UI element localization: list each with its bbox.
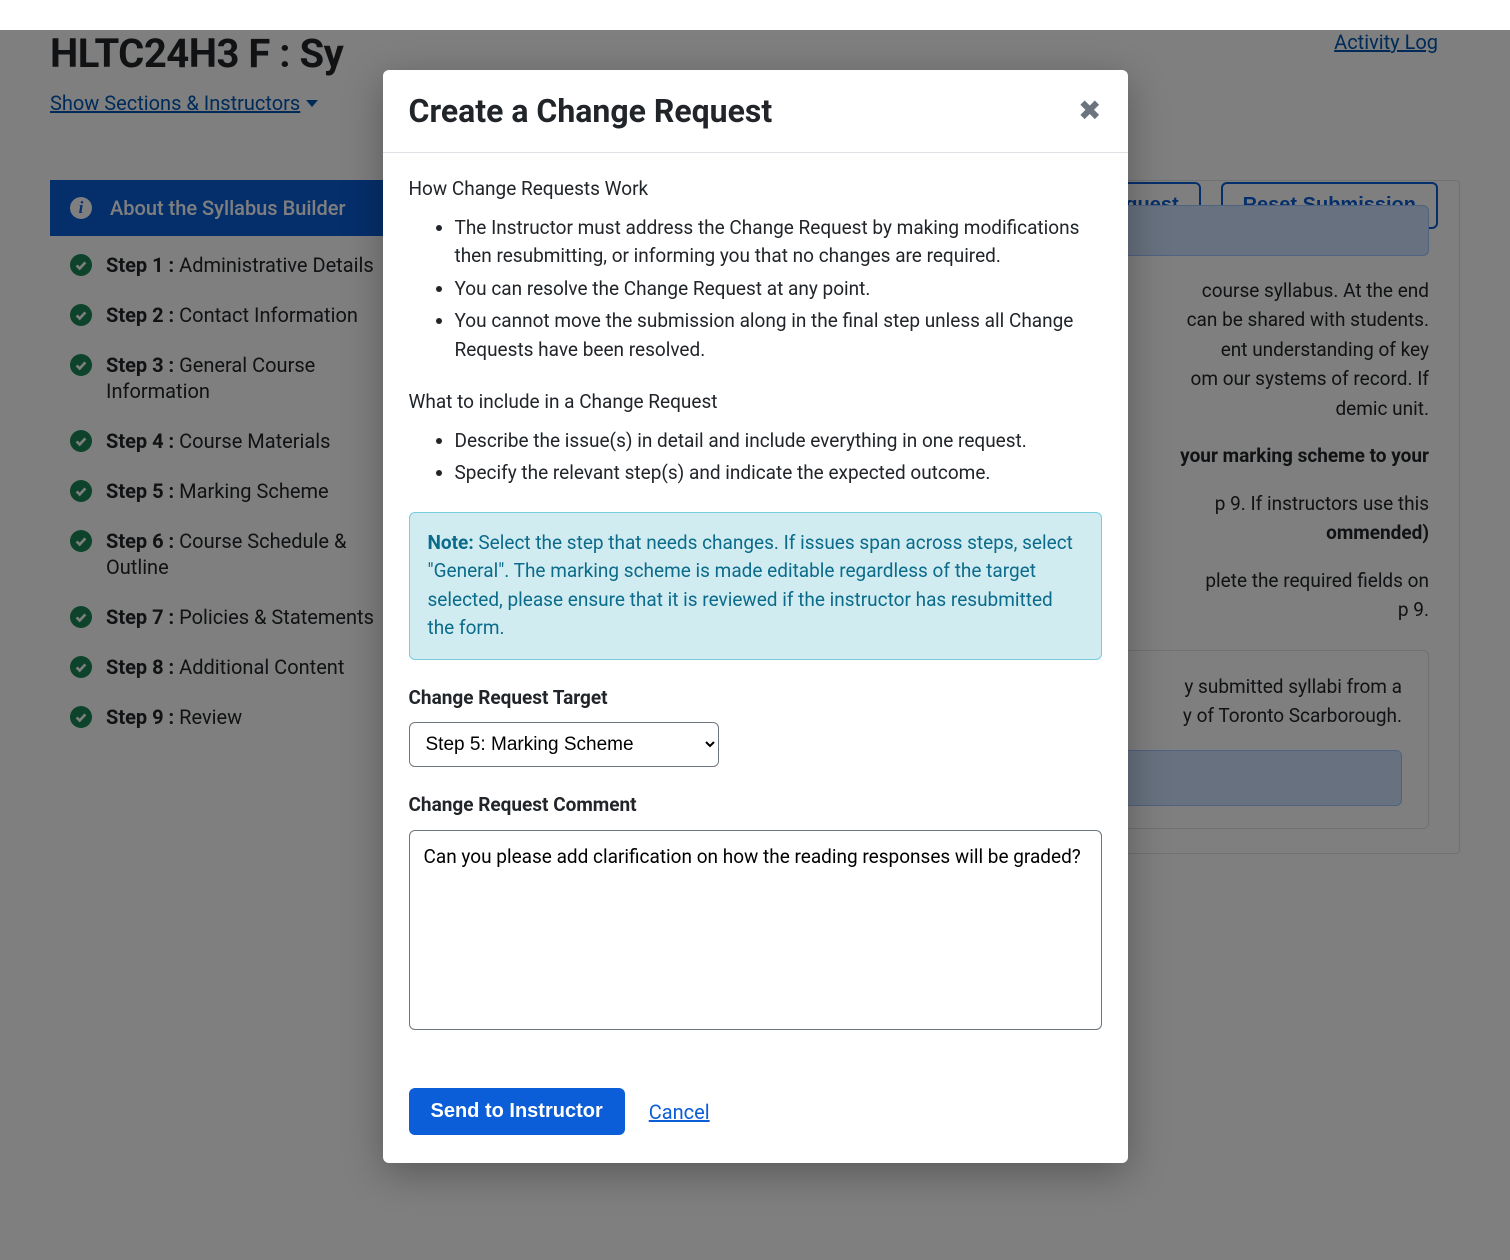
- include-heading: What to include in a Change Request: [409, 388, 1102, 417]
- note-box: Note: Select the step that needs changes…: [409, 512, 1102, 660]
- include-list: Describe the issue(s) in detail and incl…: [409, 427, 1102, 488]
- list-item: You can resolve the Change Request at an…: [455, 275, 1102, 304]
- modal-close-button[interactable]: ✖: [1078, 97, 1101, 125]
- how-heading: How Change Requests Work: [409, 175, 1102, 204]
- modal-overlay[interactable]: Create a Change Request ✖ How Change Req…: [0, 30, 1510, 1260]
- note-body: Select the step that needs changes. If i…: [428, 531, 1073, 640]
- comment-label: Change Request Comment: [409, 791, 1102, 820]
- how-list: The Instructor must address the Change R…: [409, 214, 1102, 365]
- note-label: Note:: [428, 531, 474, 554]
- send-to-instructor-button[interactable]: Send to Instructor: [409, 1088, 625, 1135]
- list-item: Describe the issue(s) in detail and incl…: [455, 427, 1102, 456]
- list-item: You cannot move the submission along in …: [455, 307, 1102, 364]
- create-change-request-modal: Create a Change Request ✖ How Change Req…: [383, 70, 1128, 1163]
- target-label: Change Request Target: [409, 684, 1102, 713]
- modal-title: Create a Change Request: [409, 92, 773, 130]
- list-item: Specify the relevant step(s) and indicat…: [455, 459, 1102, 488]
- cancel-link[interactable]: Cancel: [649, 1100, 710, 1124]
- list-item: The Instructor must address the Change R…: [455, 214, 1102, 271]
- change-request-comment-textarea[interactable]: [409, 830, 1102, 1030]
- change-request-target-select[interactable]: Step 5: Marking Scheme: [409, 722, 719, 767]
